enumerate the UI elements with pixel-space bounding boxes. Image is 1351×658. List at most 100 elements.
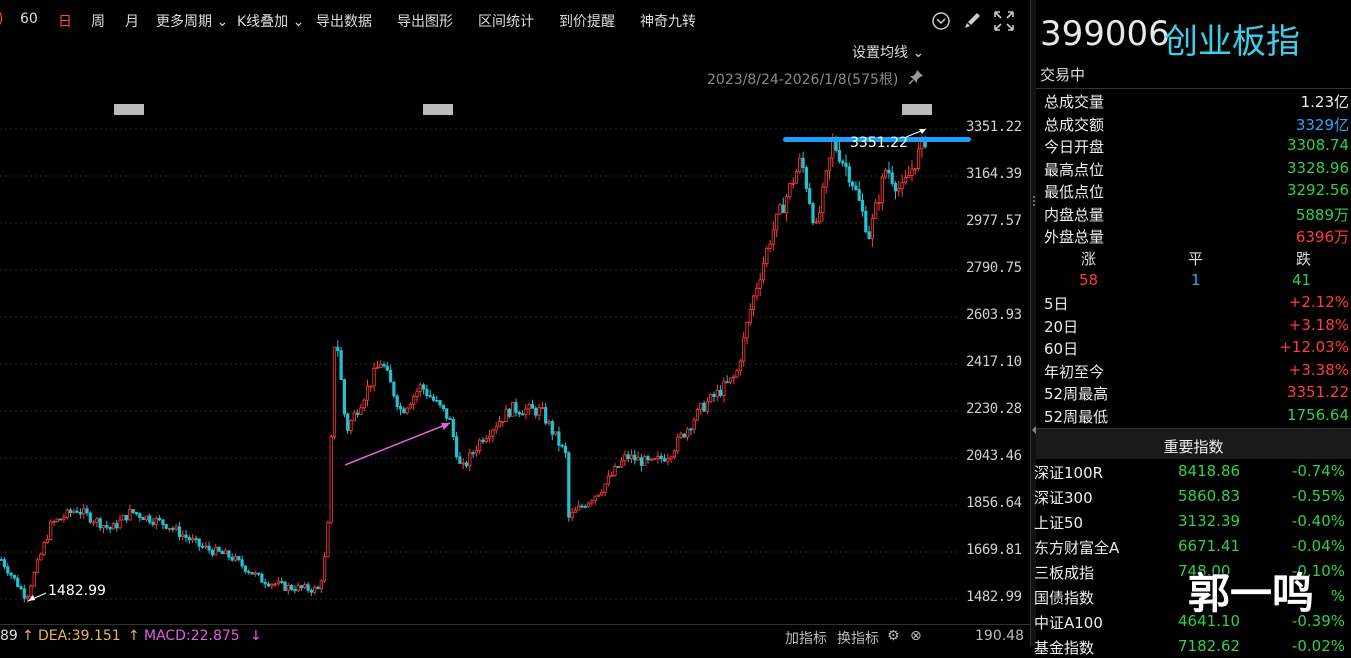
candle-body xyxy=(573,509,578,513)
ma-setting-dropdown[interactable]: 设置均线 ⌄ xyxy=(852,42,924,62)
period-60-button[interactable]: 60 xyxy=(20,11,38,27)
stat-value: 1.23亿 xyxy=(1300,93,1349,111)
candle-body xyxy=(431,396,436,401)
add-indicator-button[interactable]: 加指标 xyxy=(785,628,827,648)
candle-body xyxy=(306,584,310,591)
candle-body xyxy=(388,369,393,383)
candle-body xyxy=(692,419,696,430)
candle-body xyxy=(672,450,677,458)
candle-body xyxy=(804,167,809,189)
candle-body xyxy=(521,413,525,416)
candle-body xyxy=(243,565,247,572)
candle-body xyxy=(613,466,617,476)
candle-body xyxy=(9,572,13,576)
period-label: 52周最高 xyxy=(1044,385,1109,403)
magic-nine-button[interactable]: 神奇九转 xyxy=(640,11,696,31)
candle-body xyxy=(286,585,290,591)
index-name: 国债指数 xyxy=(1034,589,1095,607)
breadth-down-count: 41 xyxy=(1292,271,1312,289)
event-marker[interactable] xyxy=(423,104,453,115)
kline-chart-svg[interactable] xyxy=(0,40,1030,624)
y-axis-label: 2417.10 xyxy=(966,354,1022,370)
kline-overlay-dropdown[interactable]: K线叠加 ⌄ xyxy=(237,11,304,31)
period-month-button[interactable]: 月 xyxy=(125,11,139,31)
brush-icon[interactable] xyxy=(962,11,982,31)
period-week-button[interactable]: 周 xyxy=(91,11,105,31)
candle-body xyxy=(676,436,680,452)
indices-title: 重要指数 xyxy=(1163,438,1224,456)
candle-body xyxy=(705,401,710,412)
trading-status: 交易中 xyxy=(1040,66,1086,84)
candle-body xyxy=(527,404,531,410)
candle-body xyxy=(441,404,446,410)
candle-body xyxy=(237,556,241,561)
candle-body xyxy=(270,583,274,587)
close-icon[interactable]: ⊗ xyxy=(910,628,922,644)
candle-body xyxy=(748,309,752,323)
stock-name: 创业板指 xyxy=(1164,22,1300,62)
candle-body xyxy=(837,149,842,162)
period-day-button[interactable]: 日 xyxy=(58,11,72,31)
export-data-button[interactable]: 导出数据 xyxy=(316,11,372,31)
candle-body xyxy=(818,212,822,223)
y-axis-label: 2230.28 xyxy=(966,401,1022,417)
candle-body xyxy=(157,517,162,521)
candle-body xyxy=(610,474,614,477)
candle-body xyxy=(913,168,917,170)
kline-chart[interactable]: 设置均线 ⌄ 2023/8/24-2026/1/8(575根) 1482.99 … xyxy=(0,40,1030,624)
index-name: 基金指数 xyxy=(1034,639,1095,657)
chevron-down-circle-icon[interactable] xyxy=(931,11,951,31)
candle-body xyxy=(468,452,472,467)
candle-body xyxy=(662,458,667,462)
candle-body xyxy=(811,203,815,224)
range-stats-button[interactable]: 区间统计 xyxy=(478,11,534,31)
index-change: -0.02% xyxy=(1291,637,1345,655)
stat-label: 今日开盘 xyxy=(1044,138,1105,156)
candle-body xyxy=(445,408,449,419)
candle-body xyxy=(900,182,904,189)
candle-body xyxy=(289,585,294,590)
candle-body xyxy=(629,454,634,460)
export-chart-button[interactable]: 导出图形 xyxy=(397,11,453,31)
candle-body xyxy=(686,428,690,438)
high-price-label: 3351.22 xyxy=(850,135,908,151)
candle-body xyxy=(504,408,508,422)
candle-body xyxy=(887,169,891,174)
candle-body xyxy=(775,213,779,231)
candle-body xyxy=(478,439,482,451)
candle-body xyxy=(12,574,16,579)
dea-value: DEA:39.151 xyxy=(38,628,121,644)
candle-body xyxy=(359,407,363,415)
price-alert-button[interactable]: 到价提醒 xyxy=(559,11,615,31)
candle-body xyxy=(728,377,733,383)
candle-body xyxy=(108,526,112,530)
expand-icon[interactable] xyxy=(993,10,1015,32)
candle-body xyxy=(167,527,172,530)
event-marker[interactable] xyxy=(902,104,932,115)
divider xyxy=(1036,88,1351,89)
candle-body xyxy=(309,589,314,593)
candle-body xyxy=(174,526,178,530)
candle-body xyxy=(19,586,23,590)
candle-body xyxy=(606,475,611,485)
candle-body xyxy=(154,517,158,525)
event-marker[interactable] xyxy=(114,104,144,115)
candle-body xyxy=(537,407,541,416)
candle-body xyxy=(448,417,452,420)
more-periods-dropdown[interactable]: 更多周期 ⌄ xyxy=(156,11,228,31)
candle-body xyxy=(332,346,337,438)
pin-icon[interactable] xyxy=(907,68,925,86)
stat-value: 6396万 xyxy=(1295,228,1349,246)
candle-body xyxy=(438,400,442,406)
candle-body xyxy=(227,550,231,558)
candle-body xyxy=(603,483,607,493)
candle-body xyxy=(101,525,106,529)
gear-icon[interactable]: ⚙ xyxy=(887,628,900,644)
watermark-text: 郭一鸣 xyxy=(1188,569,1315,618)
candle-body xyxy=(392,381,396,397)
candle-body xyxy=(82,508,86,515)
switch-indicator-button[interactable]: 换指标 xyxy=(837,628,879,648)
candle-body xyxy=(715,389,719,397)
candle-body xyxy=(867,231,871,239)
candle-body xyxy=(276,581,281,585)
